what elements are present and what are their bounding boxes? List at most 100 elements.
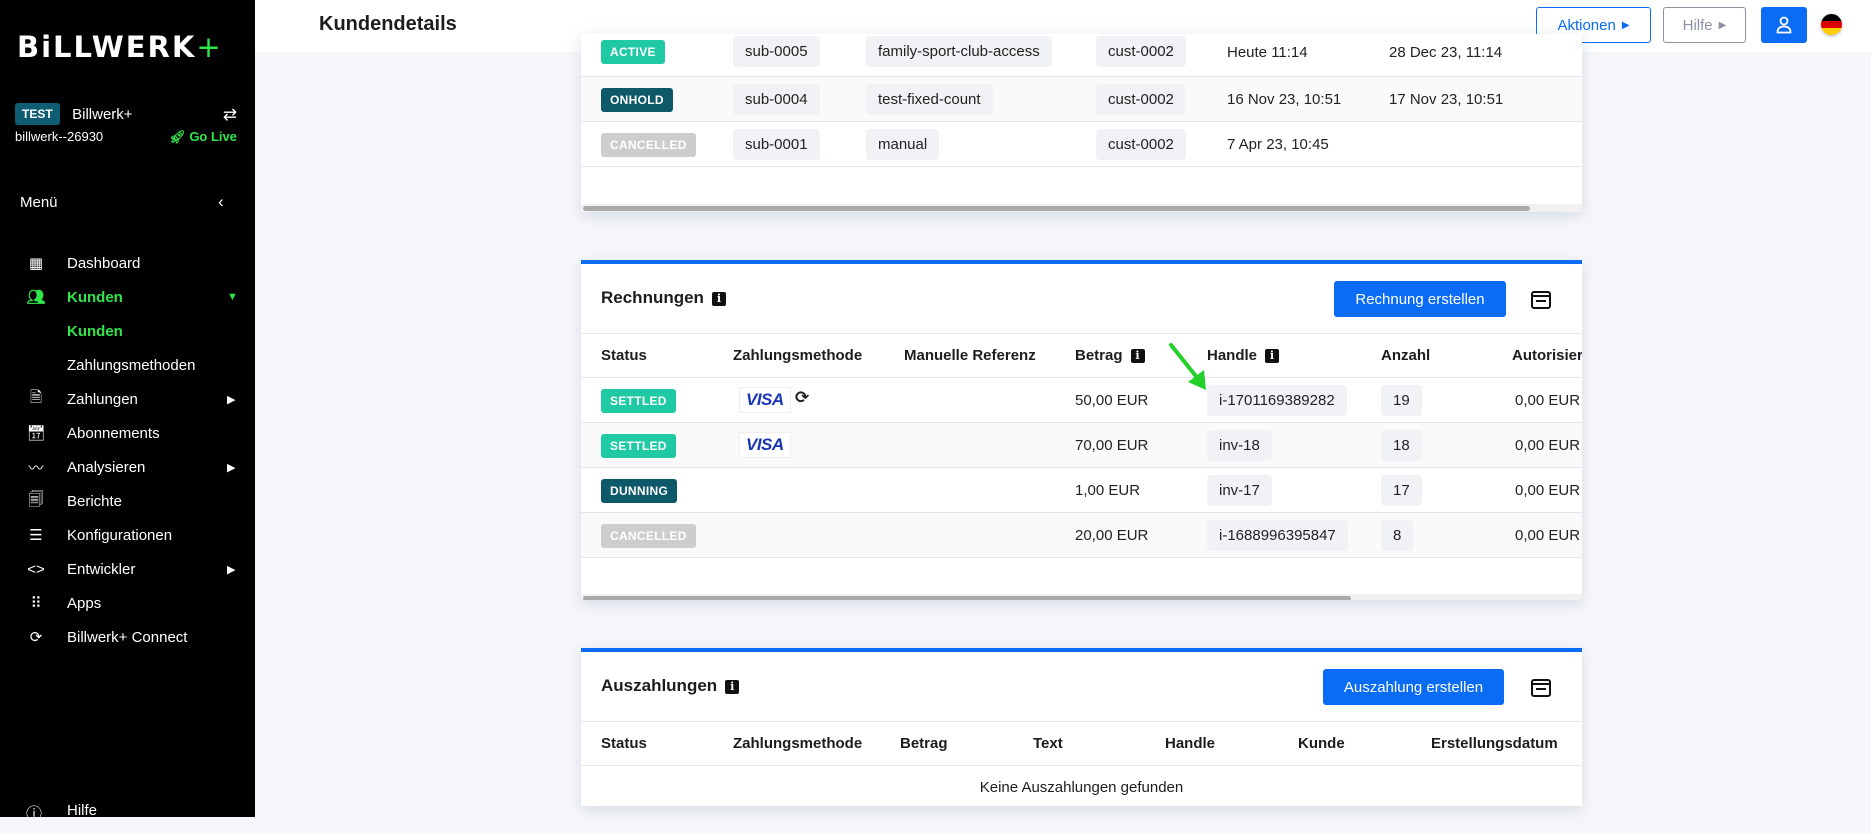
sidebar-item-label: Billwerk+ Connect	[67, 628, 188, 646]
invoice-count: 17	[1381, 475, 1422, 506]
table-row[interactable]: CANCELLED 20,00 EUR i-1688996395847 8 0,…	[581, 513, 1582, 558]
sidebar-item-label: Apps	[67, 594, 102, 612]
table-row[interactable]: SETTLED VISA ⟳ 50,00 EUR i-1701169389282…	[581, 378, 1582, 423]
create-payout-button[interactable]: Auszahlung erstellen	[1323, 669, 1504, 705]
sidebar-item-label: Zahlungen	[67, 390, 138, 408]
column-header[interactable]: Handle	[1165, 735, 1215, 752]
sidebar: BiLLWERK+ TEST Billwerk+ ⇄ billwerk--269…	[0, 0, 255, 823]
document-icon: 🗎︎	[29, 388, 43, 406]
sidebar-item-label: Entwickler	[67, 560, 136, 578]
sidebar-subitem-zahlungsmethoden[interactable]: Zahlungsmethoden	[0, 348, 255, 382]
column-header[interactable]: Text	[1033, 735, 1063, 752]
column-header[interactable]: Status	[601, 735, 647, 752]
authorized-amount: 0,00 EUR	[1515, 482, 1581, 499]
invoices-card: Rechnungen i Rechnung erstellen Status Za…	[581, 260, 1582, 600]
payouts-card: Auszahlungen i Auszahlung erstellen Statu…	[581, 648, 1582, 806]
sidebar-help-label: Hilfe	[67, 802, 98, 819]
sidebar-item-zahlungen[interactable]: 🗎︎ Zahlungen ▶	[0, 382, 255, 416]
scrollbar-thumb[interactable]	[583, 206, 1531, 211]
help-label: Hilfe	[1682, 16, 1713, 34]
help-button[interactable]: Hilfe ▶	[1663, 7, 1746, 43]
create-invoice-button[interactable]: Rechnung erstellen	[1334, 281, 1506, 317]
sidebar-nav: ▦ Dashboard 👥︎ Kunden ▼ Kunden Zahlungsmeth…	[0, 246, 255, 654]
sidebar-item-konfigurationen[interactable]: ☰ Konfigurationen	[0, 518, 255, 552]
status-badge: CANCELLED	[601, 524, 696, 548]
logo-text: BiLLWERK	[17, 30, 197, 64]
sidebar-help[interactable]: ⓘ Hilfe	[0, 800, 255, 834]
sidebar-item-dashboard[interactable]: ▦ Dashboard	[0, 246, 255, 280]
users-icon: 👥︎	[26, 289, 46, 306]
column-settings-icon[interactable]	[1531, 291, 1551, 309]
column-header-label: Betrag	[1075, 347, 1123, 364]
column-header[interactable]: Erstellungsdatum	[1431, 735, 1558, 752]
sidebar-item-apps[interactable]: ⠿ Apps	[0, 586, 255, 620]
column-header[interactable]: Betrag	[900, 735, 948, 752]
caret-down-icon: ▼	[227, 291, 238, 303]
column-header[interactable]: Zahlungsmethode	[733, 735, 862, 752]
info-icon[interactable]: i	[1130, 349, 1145, 364]
sidebar-item-analysieren[interactable]: 〰 Analysieren ▶	[0, 450, 255, 484]
user-icon	[1776, 16, 1792, 34]
sidebar-item-label: Analysieren	[67, 458, 146, 476]
apps-icon: ⠿	[30, 595, 42, 612]
sidebar-item-label: Konfigurationen	[67, 526, 173, 544]
account-id: billwerk--26930	[15, 129, 104, 144]
column-header[interactable]: Kunde	[1298, 735, 1345, 752]
plan-chip: family-sport-club-access	[866, 36, 1052, 67]
sidebar-subitem-kunden[interactable]: Kunden	[0, 314, 255, 348]
sidebar-item-abonnements[interactable]: 📅︎ Abonnements	[0, 416, 255, 450]
german-flag-icon[interactable]	[1821, 14, 1842, 35]
invoice-handle: i-1688996395847	[1207, 520, 1348, 551]
sidebar-item-label: Berichte	[67, 492, 123, 510]
status-badge: SETTLED	[601, 434, 676, 458]
logo[interactable]: BiLLWERK+	[17, 30, 223, 64]
caret-right-icon: ▶	[1718, 19, 1727, 31]
column-header[interactable]: Handle i	[1207, 347, 1280, 364]
subscription-handle: sub-0005	[733, 36, 820, 67]
status-badge: SETTLED	[601, 389, 676, 413]
account-switcher[interactable]: TEST Billwerk+ ⇄ billwerk--26930 🚀︎ Go L…	[15, 103, 237, 144]
next-date: 28 Dec 23, 11:14	[1389, 44, 1503, 61]
amount: 1,00 EUR	[1075, 482, 1141, 499]
column-header[interactable]: Autorisier	[1512, 347, 1582, 364]
user-menu-button[interactable]	[1761, 7, 1807, 43]
scrollbar-thumb[interactable]	[583, 596, 1351, 600]
sidebar-item-label: Kunden	[67, 322, 123, 340]
table-row[interactable]: ONHOLD sub-0004 test-fixed-count cust-00…	[581, 77, 1582, 122]
visa-card-icon: VISA	[739, 387, 791, 413]
created-date: 7 Apr 23, 10:45	[1227, 136, 1329, 153]
go-live-link[interactable]: 🚀︎ Go Live	[169, 129, 237, 145]
table-row[interactable]: SETTLED VISA 70,00 EUR inv-18 18 0,00 EU…	[581, 423, 1582, 468]
menu-heading: Menü	[20, 194, 58, 211]
horizontal-scrollbar[interactable]	[581, 594, 1582, 600]
column-settings-icon[interactable]	[1531, 679, 1551, 697]
sidebar-item-berichte[interactable]: 🗐︎ Berichte	[0, 484, 255, 518]
info-icon[interactable]: i	[711, 291, 726, 306]
payouts-title: Auszahlungen i	[601, 676, 740, 696]
sidebar-item-connect[interactable]: ⟳ Billwerk+ Connect	[0, 620, 255, 654]
caret-right-icon: ▶	[227, 563, 236, 576]
switch-account-icon[interactable]: ⇄	[223, 105, 237, 125]
report-icon: 🗐︎	[28, 490, 44, 508]
status-badge: ONHOLD	[601, 88, 673, 112]
column-header[interactable]: Zahlungsmethode	[733, 347, 862, 364]
table-row[interactable]: DUNNING 1,00 EUR inv-17 17 0,00 EUR	[581, 468, 1582, 513]
column-header[interactable]: Betrag i	[1075, 347, 1145, 364]
grid-icon: ▦	[28, 255, 44, 272]
info-icon[interactable]: i	[725, 679, 740, 694]
collapse-menu-icon[interactable]: ‹	[218, 192, 224, 212]
amount: 20,00 EUR	[1075, 527, 1149, 544]
caret-right-icon: ▶	[227, 461, 236, 474]
column-header[interactable]: Status	[601, 347, 647, 364]
horizontal-scrollbar[interactable]	[581, 204, 1582, 212]
column-header[interactable]: Manuelle Referenz	[904, 347, 1036, 364]
authorized-amount: 0,00 EUR	[1515, 392, 1581, 409]
table-row[interactable]: ACTIVE sub-0005 family-sport-club-access…	[581, 34, 1582, 77]
sidebar-item-entwickler[interactable]: <> Entwickler ▶	[0, 552, 255, 586]
info-icon[interactable]: i	[1265, 349, 1280, 364]
page-title: Kundendetails	[319, 13, 457, 35]
sidebar-item-kunden[interactable]: 👥︎ Kunden ▼	[0, 280, 255, 314]
column-header[interactable]: Anzahl	[1381, 347, 1430, 364]
calendar-clock-icon: 📅︎	[26, 425, 46, 442]
table-row[interactable]: CANCELLED sub-0001 manual cust-0002 7 Ap…	[581, 122, 1582, 167]
